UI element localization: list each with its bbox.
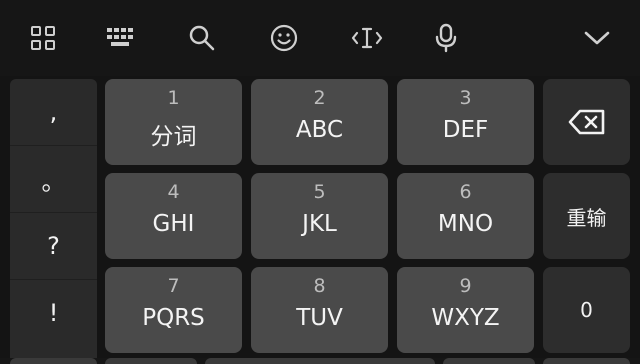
chevron-down-icon[interactable] <box>577 18 617 58</box>
key-letters: JKL <box>302 211 337 237</box>
zero-key[interactable]: 0 <box>543 267 630 353</box>
key-letters: MNO <box>437 211 494 237</box>
grid-icon[interactable] <box>23 18 63 58</box>
keyboard-icon[interactable] <box>100 18 140 58</box>
key-letters: GHI <box>152 211 195 237</box>
punctuation-key-question[interactable]: ? <box>10 213 97 280</box>
reenter-button[interactable]: 重输 <box>543 173 630 259</box>
delete-button[interactable] <box>543 79 630 165</box>
key-number: 4 <box>167 181 180 203</box>
punctuation-key-exclamation[interactable]: ! <box>10 280 97 346</box>
zero-label: 0 <box>580 298 593 322</box>
bottom-row-edge <box>0 358 640 364</box>
microphone-icon[interactable] <box>426 18 466 58</box>
search-icon[interactable] <box>182 18 222 58</box>
key-number: 2 <box>313 87 326 109</box>
key-1[interactable]: 1 分词 <box>105 79 242 165</box>
bottom-key-edge <box>10 358 97 364</box>
key-letters: ABC <box>295 117 344 143</box>
emoji-icon[interactable] <box>264 18 304 58</box>
key-number: 7 <box>167 275 180 297</box>
key-number: 9 <box>459 275 472 297</box>
key-letters: WXYZ <box>431 305 500 331</box>
key-7[interactable]: 7 PQRS <box>105 267 242 353</box>
keyboard-toolbar <box>0 0 640 76</box>
reenter-label: 重输 <box>566 205 607 230</box>
punctuation-key-comma[interactable]: , <box>10 79 97 146</box>
space-key-edge <box>205 358 435 364</box>
key-4[interactable]: 4 GHI <box>105 173 242 259</box>
punctuation-key-period[interactable]: 。 <box>10 146 97 213</box>
key-number: 5 <box>313 181 326 203</box>
bottom-key-edge <box>105 358 197 364</box>
key-letters: PQRS <box>142 305 205 331</box>
key-letters: DEF <box>442 117 489 143</box>
key-6[interactable]: 6 MNO <box>397 173 534 259</box>
key-8[interactable]: 8 TUV <box>251 267 388 353</box>
key-2[interactable]: 2 ABC <box>251 79 388 165</box>
bottom-key-edge <box>443 358 535 364</box>
key-5[interactable]: 5 JKL <box>251 173 388 259</box>
key-number: 6 <box>459 181 472 203</box>
backspace-icon <box>568 109 604 135</box>
punctuation-column: , 。 ? ! <box>10 79 97 364</box>
bottom-key-edge <box>543 358 630 364</box>
cursor-icon[interactable] <box>347 18 387 58</box>
key-number: 3 <box>459 87 472 109</box>
key-number: 1 <box>167 87 180 109</box>
key-number: 8 <box>313 275 326 297</box>
key-letters: 分词 <box>150 124 197 150</box>
key-9[interactable]: 9 WXYZ <box>397 267 534 353</box>
key-letters: TUV <box>296 305 343 331</box>
key-3[interactable]: 3 DEF <box>397 79 534 165</box>
